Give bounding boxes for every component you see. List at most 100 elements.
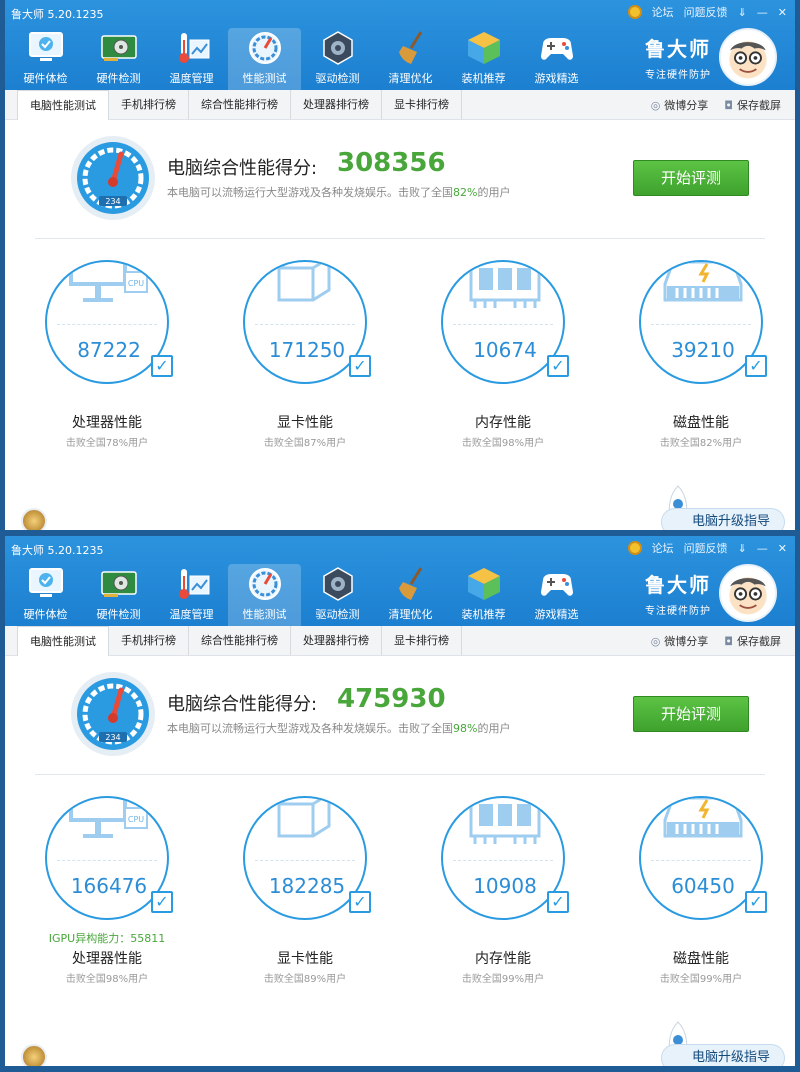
nav-label: 清理优化 — [388, 72, 433, 85]
brand-name: 鲁大师 — [645, 37, 711, 61]
feedback-link[interactable]: 问题反馈 — [684, 540, 728, 556]
brand: 鲁大师 专注硬件防护 — [645, 28, 777, 86]
broom-icon — [398, 567, 422, 600]
memory-card: 10674 ✓ 内存性能 击败全国98%用户 — [405, 260, 585, 460]
cube-icon — [467, 32, 500, 64]
gpu-label: 显卡性能 — [277, 415, 333, 431]
nav-game-picks[interactable]: 游戏精选 — [520, 28, 593, 90]
medal-icon[interactable] — [627, 5, 642, 19]
weibo-share-button[interactable]: ◎ 微博分享 — [651, 97, 709, 113]
cpu-card: CPU 166476 ✓ IGPU异构能力：55811 处理器性能 击败全国98… — [9, 796, 189, 996]
speedometer-gauge-icon: 234 — [71, 672, 155, 756]
nav-clean-optimize[interactable]: 清理优化 — [374, 564, 447, 626]
app-header: 鲁大师 5.20.1235 论坛 问题反馈 ⇓ — ✕ 硬件体检 硬件检测 温度… — [5, 0, 795, 90]
checkbox-icon[interactable]: ✓ — [151, 891, 173, 913]
start-test-button[interactable]: 开始评测 — [633, 160, 749, 196]
cpu-label: 处理器性能 — [72, 951, 142, 967]
cpu-monitor-icon: CPU — [69, 798, 148, 838]
nav-temperature[interactable]: 温度管理 — [155, 564, 228, 626]
cpu-card: CPU 87222 ✓ 处理器性能 击败全国78%用户 — [9, 260, 189, 460]
cpu-chip-label: CPU — [128, 815, 144, 824]
divider — [35, 238, 765, 239]
broom-icon — [398, 31, 422, 64]
feedback-link[interactable]: 问题反馈 — [684, 4, 728, 20]
speedometer-gauge-icon: 234 — [71, 136, 155, 220]
start-test-button[interactable]: 开始评测 — [633, 696, 749, 732]
nav-clean-optimize[interactable]: 清理优化 — [374, 28, 447, 90]
close-button[interactable]: ✕ — [778, 6, 787, 19]
mini-logo-icon[interactable] — [21, 508, 47, 530]
nav-build-recommend[interactable]: 装机推荐 — [447, 28, 520, 90]
gpu-cube-icon — [277, 262, 331, 302]
tab-overall-ranking[interactable]: 综合性能排行榜 — [189, 90, 291, 119]
tab-gpu-ranking[interactable]: 显卡排行榜 — [382, 90, 462, 119]
monitor-check-icon — [28, 568, 63, 597]
nav-game-picks[interactable]: 游戏精选 — [520, 564, 593, 626]
mascot-avatar[interactable] — [719, 564, 777, 622]
score-description: 本电脑可以流畅运行大型游戏及各种发烧娱乐。击败了全国82%的用户 — [167, 186, 511, 199]
tab-cpu-ranking[interactable]: 处理器排行榜 — [291, 90, 382, 119]
total-score: 475930 — [337, 684, 446, 714]
checkbox-icon[interactable]: ✓ — [745, 891, 767, 913]
sub-tabs: 电脑性能测试 手机排行榜 综合性能排行榜 处理器排行榜 显卡排行榜 ◎ 微博分享 … — [5, 90, 795, 120]
thermometer-icon — [178, 33, 209, 63]
camera-icon: ◘ — [724, 99, 733, 112]
nav-hardware-checkup[interactable]: 硬件体检 — [9, 28, 82, 90]
checkbox-icon[interactable]: ✓ — [349, 355, 371, 377]
nav-hardware-detect[interactable]: 硬件检测 — [82, 564, 155, 626]
tab-phone-ranking[interactable]: 手机排行榜 — [109, 626, 189, 655]
sub-tabs: 电脑性能测试 手机排行榜 综合性能排行榜 处理器排行榜 显卡排行榜 ◎ 微博分享 … — [5, 626, 795, 656]
menu-icon[interactable]: ⇓ — [738, 6, 747, 19]
nav-hardware-detect[interactable]: 硬件检测 — [82, 28, 155, 90]
upgrade-guide-button[interactable]: 电脑升级指导 — [661, 1044, 785, 1066]
close-button[interactable]: ✕ — [778, 542, 787, 555]
tab-cpu-ranking[interactable]: 处理器排行榜 — [291, 626, 382, 655]
checkbox-icon[interactable]: ✓ — [547, 891, 569, 913]
cube-icon — [467, 568, 500, 600]
checkbox-icon[interactable]: ✓ — [745, 355, 767, 377]
nav-hardware-checkup[interactable]: 硬件体检 — [9, 564, 82, 626]
nav-driver-detect[interactable]: 驱动检测 — [301, 28, 374, 90]
mascot-avatar[interactable] — [719, 28, 777, 86]
nav-label: 硬件体检 — [23, 72, 68, 85]
disk-card: 60450 ✓ 磁盘性能 击败全国99%用户 — [603, 796, 783, 996]
nav-build-recommend[interactable]: 装机推荐 — [447, 564, 520, 626]
checkbox-icon[interactable]: ✓ — [547, 355, 569, 377]
nav-driver-detect[interactable]: 驱动检测 — [301, 564, 374, 626]
mini-logo-icon[interactable] — [21, 1044, 47, 1066]
weibo-share-button[interactable]: ◎ 微博分享 — [651, 633, 709, 649]
weibo-icon: ◎ — [650, 635, 661, 648]
nav-temperature[interactable]: 温度管理 — [155, 28, 228, 90]
upgrade-guide-button[interactable]: 电脑升级指导 — [661, 508, 785, 530]
tab-overall-ranking[interactable]: 综合性能排行榜 — [189, 626, 291, 655]
app-window-before: 鲁大师 5.20.1235 论坛 问题反馈 ⇓ — ✕ 硬件体检 硬件检测 温度… — [5, 0, 795, 530]
thermometer-icon — [178, 569, 209, 599]
brand-name: 鲁大师 — [645, 573, 711, 597]
minimize-button[interactable]: — — [757, 6, 768, 19]
save-screenshot-button[interactable]: ◘ 保存截屏 — [724, 633, 781, 649]
brand-slogan: 专注硬件防护 — [645, 70, 711, 81]
disk-beat-text: 击败全国82%用户 — [659, 438, 743, 449]
minimize-button[interactable]: — — [757, 542, 768, 555]
checkbox-icon[interactable]: ✓ — [349, 891, 371, 913]
driver-gear-icon — [322, 31, 353, 65]
tab-pc-performance[interactable]: 电脑性能测试 — [17, 626, 109, 656]
gamepad-icon — [540, 38, 573, 60]
memory-label: 内存性能 — [475, 415, 531, 431]
brand: 鲁大师 专注硬件防护 — [645, 564, 777, 622]
save-screenshot-button[interactable]: ◘ 保存截屏 — [724, 97, 781, 113]
score-label: 电脑综合性能得分: — [167, 694, 318, 715]
tab-phone-ranking[interactable]: 手机排行榜 — [109, 90, 189, 119]
tab-pc-performance[interactable]: 电脑性能测试 — [17, 90, 109, 120]
tab-gpu-ranking[interactable]: 显卡排行榜 — [382, 626, 462, 655]
speedometer-icon — [248, 32, 281, 64]
medal-icon[interactable] — [627, 541, 642, 555]
checkbox-icon[interactable]: ✓ — [151, 355, 173, 377]
nav-performance-test[interactable]: 性能测试 — [228, 564, 301, 626]
menu-icon[interactable]: ⇓ — [738, 542, 747, 555]
nav-label: 硬件检测 — [96, 72, 141, 85]
forum-link[interactable]: 论坛 — [652, 540, 674, 556]
nav-performance-test[interactable]: 性能测试 — [228, 28, 301, 90]
forum-link[interactable]: 论坛 — [652, 4, 674, 20]
memory-card: 10908 ✓ 内存性能 击败全国99%用户 — [405, 796, 585, 996]
